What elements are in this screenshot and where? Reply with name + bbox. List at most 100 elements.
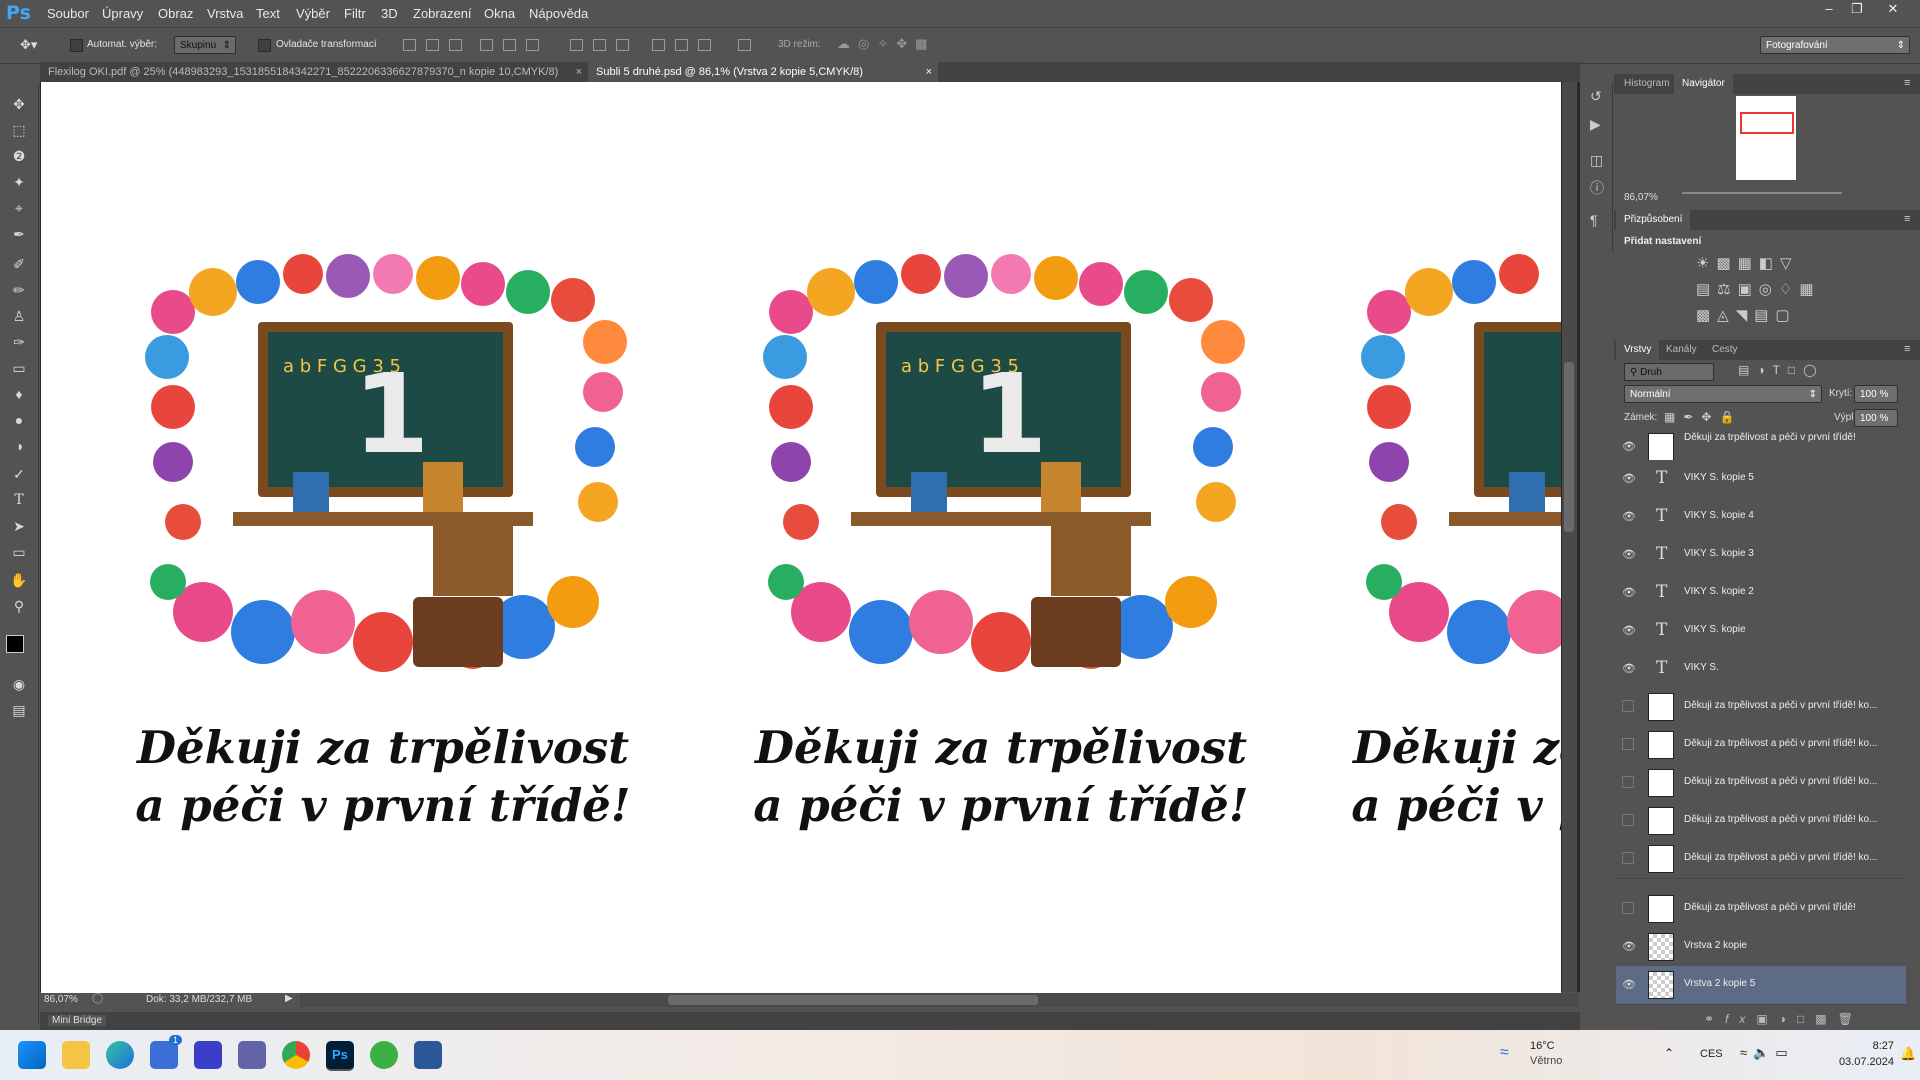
distribute-right-icon[interactable] (698, 39, 711, 51)
align-hcenter-icon[interactable] (503, 39, 516, 51)
layer-row-selected[interactable]: 👁 Vrstva 2 kopie 5 (1616, 966, 1906, 1005)
layer-row[interactable]: Děkuji za trpělivost a péči v první tříd… (1616, 726, 1906, 765)
menu-vrstva[interactable]: Vrstva (207, 6, 243, 21)
align-vcenter-icon[interactable] (426, 39, 439, 51)
hand-tool-icon[interactable]: ✋ (9, 570, 29, 590)
zoom-readout[interactable]: 86,07% (44, 994, 78, 1005)
lasso-tool-icon[interactable]: ❷ (9, 146, 29, 166)
status-menu-arrow-icon[interactable]: ▶ (285, 993, 293, 1004)
navigator-zoom-slider[interactable] (1682, 192, 1842, 194)
edge-icon[interactable] (106, 1041, 134, 1069)
layer-row[interactable]: 👁 T VIKY S. kopie 5 (1616, 460, 1906, 499)
visibility-toggle[interactable] (1622, 776, 1634, 788)
eye-icon[interactable]: 👁 (1622, 940, 1636, 954)
clock-time[interactable]: 8:27 (1844, 1040, 1894, 1052)
layer-row[interactable]: Děkuji za trpělivost a péči v první tříd… (1616, 802, 1906, 841)
eye-icon[interactable]: 👁 (1622, 510, 1636, 524)
tab-navigator[interactable]: Navigátor (1674, 74, 1733, 94)
menu-vyber[interactable]: Výběr (296, 6, 330, 21)
chrome-icon[interactable] (282, 1041, 310, 1069)
type-tool-icon[interactable]: T (9, 490, 29, 510)
align-left-icon[interactable] (480, 39, 493, 51)
language-indicator[interactable]: CES (1700, 1048, 1723, 1060)
vertical-scroll-thumb[interactable] (1564, 362, 1574, 532)
panel-menu-icon[interactable]: ≡ (1904, 213, 1910, 225)
tab-subli[interactable]: Subli 5 druhé.psd @ 86,1% (Vrstva 2 kopi… (588, 62, 938, 82)
tab-channels[interactable]: Kanály (1658, 340, 1705, 360)
close-tab-icon[interactable]: × (926, 62, 932, 82)
align-bottom-icon[interactable] (449, 39, 462, 51)
eye-icon[interactable]: 👁 (1622, 548, 1636, 562)
layer-filter-dropdown[interactable]: ⚲ Druh (1624, 363, 1714, 381)
file-explorer-icon[interactable] (62, 1041, 90, 1069)
layer-row[interactable]: Děkuji za trpělivost a péči v první tříd… (1616, 764, 1906, 803)
weather-temp[interactable]: 16°C (1530, 1040, 1555, 1052)
move-tool-icon[interactable]: ✥ (9, 94, 29, 114)
history-icon[interactable]: ↺ (1590, 88, 1602, 105)
quick-mask-icon[interactable]: ◉ (9, 674, 29, 694)
distribute-bottom-icon[interactable] (616, 39, 629, 51)
paragraph-icon[interactable]: ¶ (1590, 212, 1598, 228)
layer-filter-icons[interactable]: ▤◑T□◯ (1738, 363, 1825, 377)
navigator-thumbnail[interactable] (1736, 96, 1796, 180)
stamp-tool-icon[interactable]: ♙ (9, 306, 29, 326)
distribute-hcenter-icon[interactable] (675, 39, 688, 51)
distribute-vcenter-icon[interactable] (593, 39, 606, 51)
transform-controls-checkbox[interactable] (258, 39, 271, 52)
path-selection-tool-icon[interactable]: ➤ (9, 516, 29, 536)
tab-flexilog[interactable]: Flexilog OKI.pdf @ 25% (448983293_153185… (40, 62, 588, 82)
align-top-icon[interactable] (403, 39, 416, 51)
store-icon[interactable]: 1 (150, 1035, 182, 1069)
eye-icon[interactable]: 👁 (1622, 662, 1636, 676)
menu-napoveda[interactable]: Nápověda (529, 6, 588, 21)
history-brush-tool-icon[interactable]: ✑ (9, 332, 29, 352)
vertical-scrollbar[interactable] (1562, 82, 1577, 992)
foreground-color-swatch[interactable] (6, 635, 24, 653)
marquee-tool-icon[interactable]: ⬚ (9, 120, 29, 140)
system-tray-icons[interactable]: ≈🔈▭ (1740, 1045, 1794, 1061)
layer-row[interactable]: 👁 T VIKY S. kopie (1616, 612, 1906, 651)
fill-input[interactable]: 100 % (1854, 409, 1898, 427)
start-icon[interactable] (18, 1041, 46, 1069)
layer-row[interactable]: 👁 T VIKY S. kopie 2 (1616, 574, 1906, 613)
distribute-top-icon[interactable] (570, 39, 583, 51)
chevron-up-icon[interactable]: ⌃ (1664, 1046, 1674, 1060)
auto-select-dropdown[interactable]: Skupinu ⇕ (174, 36, 236, 54)
layer-row[interactable]: Děkuji za trpělivost a péči v první tříd… (1616, 890, 1906, 929)
utorrent-icon[interactable] (370, 1041, 398, 1069)
adjustment-icons-row-3[interactable]: ▩◬◥▤▢ (1696, 306, 1797, 324)
layer-row[interactable]: 👁 T VIKY S. (1616, 650, 1906, 689)
weather-icon[interactable]: ≈ (1500, 1044, 1509, 1062)
minimize-icon[interactable]: – (1816, 0, 1842, 18)
visibility-toggle[interactable] (1622, 852, 1634, 864)
layer-row[interactable]: Děkuji za trpělivost a péči v první tříd… (1616, 840, 1906, 879)
pen-tool-icon[interactable]: ✓ (9, 464, 29, 484)
navigator-zoom[interactable]: 86,07% (1624, 192, 1658, 203)
close-icon[interactable]: ✕ (1880, 0, 1906, 18)
visibility-toggle[interactable] (1622, 700, 1634, 712)
screen-mode-icon[interactable]: ▤ (9, 700, 29, 720)
eye-icon[interactable]: 👁 (1622, 472, 1636, 486)
layer-actions-bar[interactable]: ⚭fx▣◑□▩🗑 (1704, 1012, 1864, 1026)
clock-date[interactable]: 03.07.2024 (1824, 1056, 1894, 1068)
panel-menu-icon[interactable]: ≡ (1904, 343, 1910, 355)
layer-row[interactable]: 👁 T VIKY S. kopie 4 (1616, 498, 1906, 537)
paint-bucket-tool-icon[interactable]: ♦ (9, 384, 29, 404)
eye-icon[interactable]: 👁 (1622, 586, 1636, 600)
align-right-icon[interactable] (526, 39, 539, 51)
menu-zobrazeni[interactable]: Zobrazení (413, 6, 472, 21)
panel-menu-icon[interactable]: ≡ (1904, 77, 1910, 89)
auto-align-icon[interactable] (738, 39, 751, 51)
blend-mode-dropdown[interactable]: Normální ⇕ (1624, 385, 1822, 403)
eyedropper-tool-icon[interactable]: ✒ (9, 224, 29, 244)
menu-filtr[interactable]: Filtr (344, 6, 366, 21)
notification-bell-icon[interactable]: 🔔 (1900, 1046, 1916, 1062)
horizontal-scroll-thumb[interactable] (668, 995, 1038, 1005)
brush-tool-icon[interactable]: ✏ (9, 280, 29, 300)
opacity-input[interactable]: 100 % (1854, 385, 1898, 403)
photoshop-taskbar-icon[interactable]: Ps (326, 1041, 354, 1071)
menu-3d[interactable]: 3D (381, 6, 398, 21)
close-tab-icon[interactable]: × (576, 62, 582, 82)
pen-app-icon[interactable] (194, 1041, 222, 1069)
document-canvas[interactable]: 1 a b F G G 3 5 Děkuji za trpělivost a p… (41, 82, 1561, 994)
